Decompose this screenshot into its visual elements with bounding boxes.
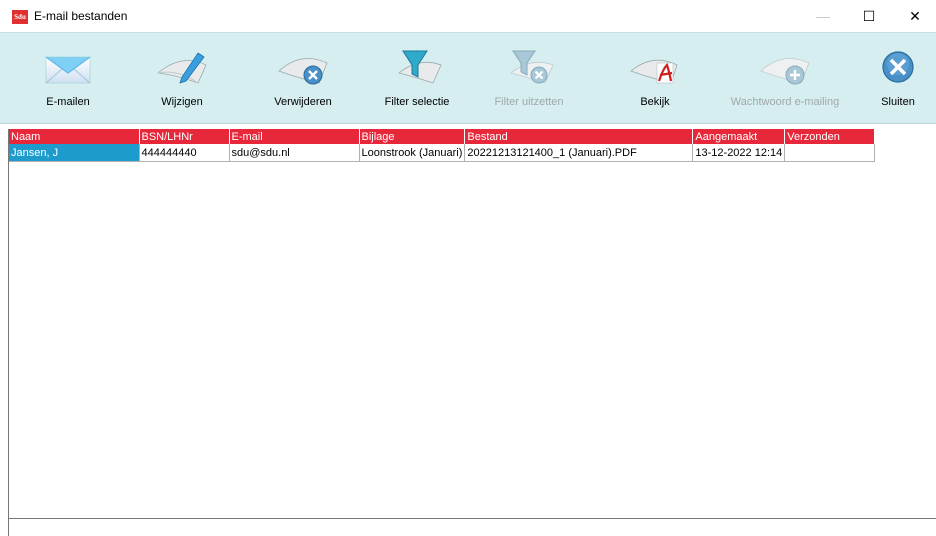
maximize-button[interactable]: ☐ xyxy=(846,0,892,32)
close-circle-icon xyxy=(882,51,914,83)
password-emailing-button[interactable]: Wachtwoord e-mailing xyxy=(718,33,852,123)
cell-bijlage[interactable]: Loonstrook (Januari) xyxy=(359,144,466,162)
cell-bestand[interactable]: 20221213121400_1 (Januari).PDF xyxy=(464,144,694,162)
title-bar: Sdu E-mail bestanden — ☐ ✕ xyxy=(0,0,936,32)
pdf-view-icon xyxy=(630,59,678,84)
add-password-icon xyxy=(760,58,810,85)
close-window-button[interactable]: ✕ xyxy=(892,0,936,32)
column-header-naam[interactable]: Naam xyxy=(9,129,140,144)
app-logo: Sdu xyxy=(12,10,28,24)
close-label: Sluiten xyxy=(881,96,915,108)
column-header-email[interactable]: E-mail xyxy=(229,129,360,144)
toolbar: E-mailen Wijzigen Verwijderen Filter sel… xyxy=(0,32,936,124)
cell-aangemaakt[interactable]: 13-12-2022 12:14 xyxy=(692,144,786,162)
table-header-row: Naam BSN/LHNr E-mail Bijlage Bestand Aan… xyxy=(9,129,876,144)
column-header-bijlage[interactable]: Bijlage xyxy=(359,129,466,144)
email-files-grid: Naam BSN/LHNr E-mail Bijlage Bestand Aan… xyxy=(8,129,935,518)
filter-selection-button[interactable]: Filter selectie xyxy=(362,33,472,123)
email-label: E-mailen xyxy=(46,96,90,108)
close-button[interactable]: Sluiten xyxy=(843,33,936,123)
delete-label: Verwijderen xyxy=(274,96,332,108)
envelope-icon xyxy=(45,56,91,84)
view-button[interactable]: Bekijk xyxy=(600,33,710,123)
cell-bsn[interactable]: 444444440 xyxy=(139,144,230,162)
minimize-button[interactable]: — xyxy=(800,0,846,32)
cell-naam[interactable]: Jansen, J xyxy=(9,144,140,162)
status-bar xyxy=(8,518,936,536)
edit-button[interactable]: Wijzigen xyxy=(127,33,237,123)
cell-verzonden[interactable] xyxy=(784,144,876,162)
filter-off-icon xyxy=(510,50,554,84)
filter-selection-label: Filter selectie xyxy=(384,96,450,108)
cell-email[interactable]: sdu@sdu.nl xyxy=(229,144,360,162)
delete-icon xyxy=(278,58,328,85)
email-files-table: Naam BSN/LHNr E-mail Bijlage Bestand Aan… xyxy=(9,129,876,162)
column-header-bsn[interactable]: BSN/LHNr xyxy=(139,129,230,144)
column-header-aangemaakt[interactable]: Aangemaakt xyxy=(692,129,786,144)
filter-off-label: Filter uitzetten xyxy=(494,96,564,108)
column-header-verzonden[interactable]: Verzonden xyxy=(784,129,876,144)
filter-funnel-icon xyxy=(398,50,442,84)
edit-pen-icon xyxy=(157,52,207,84)
table-row[interactable]: Jansen, J 444444440 sdu@sdu.nl Loonstroo… xyxy=(9,144,876,162)
window-title: E-mail bestanden xyxy=(34,9,128,23)
edit-label: Wijzigen xyxy=(161,96,203,108)
filter-off-button[interactable]: Filter uitzetten xyxy=(474,33,584,123)
email-button[interactable]: E-mailen xyxy=(13,33,123,123)
delete-button[interactable]: Verwijderen xyxy=(248,33,358,123)
view-label: Bekijk xyxy=(640,96,670,108)
password-emailing-label: Wachtwoord e-mailing xyxy=(730,96,840,108)
column-header-bestand[interactable]: Bestand xyxy=(464,129,694,144)
